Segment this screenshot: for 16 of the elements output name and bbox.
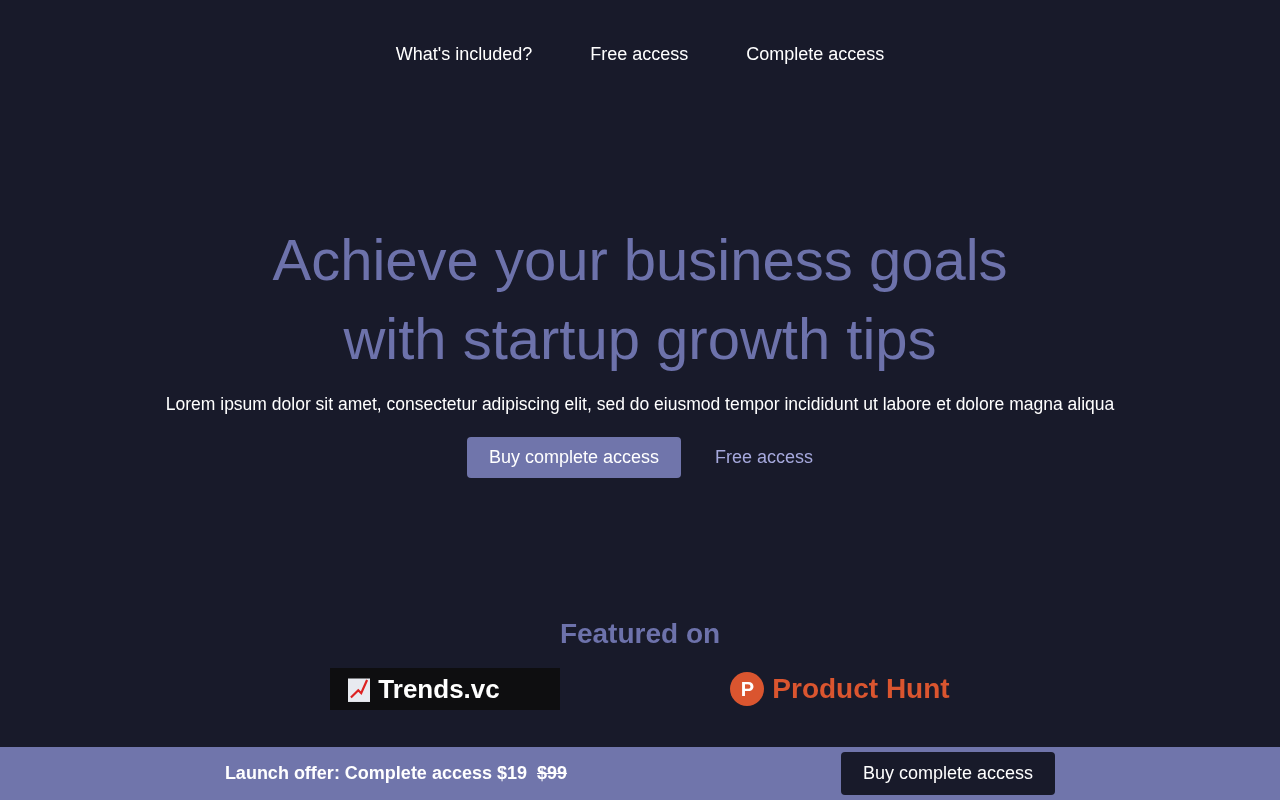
producthunt-logo[interactable]: P Product Hunt xyxy=(730,672,950,706)
trends-logo[interactable]: Trends.vc xyxy=(330,668,561,710)
free-access-link[interactable]: Free access xyxy=(715,447,814,468)
hero-title: Achieve your business goals with startup growth tips xyxy=(271,226,1009,373)
logo-text: Product Hunt xyxy=(772,673,950,705)
nav-link[interactable]: Complete access xyxy=(746,44,885,104)
buy-button[interactable]: Buy complete access xyxy=(841,752,1056,795)
hero-subtitle: Lorem ipsum dolor sit amet, consectetur adipiscing elit, sed do eiusmod tempor incididunt ut labore et dolore magna aliqua xyxy=(165,393,1115,416)
logo-mark: P xyxy=(730,672,765,706)
offer-text: Launch offer: Complete access $19 $99 xyxy=(224,763,568,784)
logo-text: Trends.vc xyxy=(378,673,500,705)
buy-button[interactable]: Buy complete access xyxy=(466,437,681,478)
nav-link[interactable]: Free access xyxy=(590,44,689,104)
section-heading: Featured on xyxy=(559,618,721,650)
chart-icon xyxy=(348,676,371,702)
nav-link[interactable]: What's included? xyxy=(395,44,533,104)
